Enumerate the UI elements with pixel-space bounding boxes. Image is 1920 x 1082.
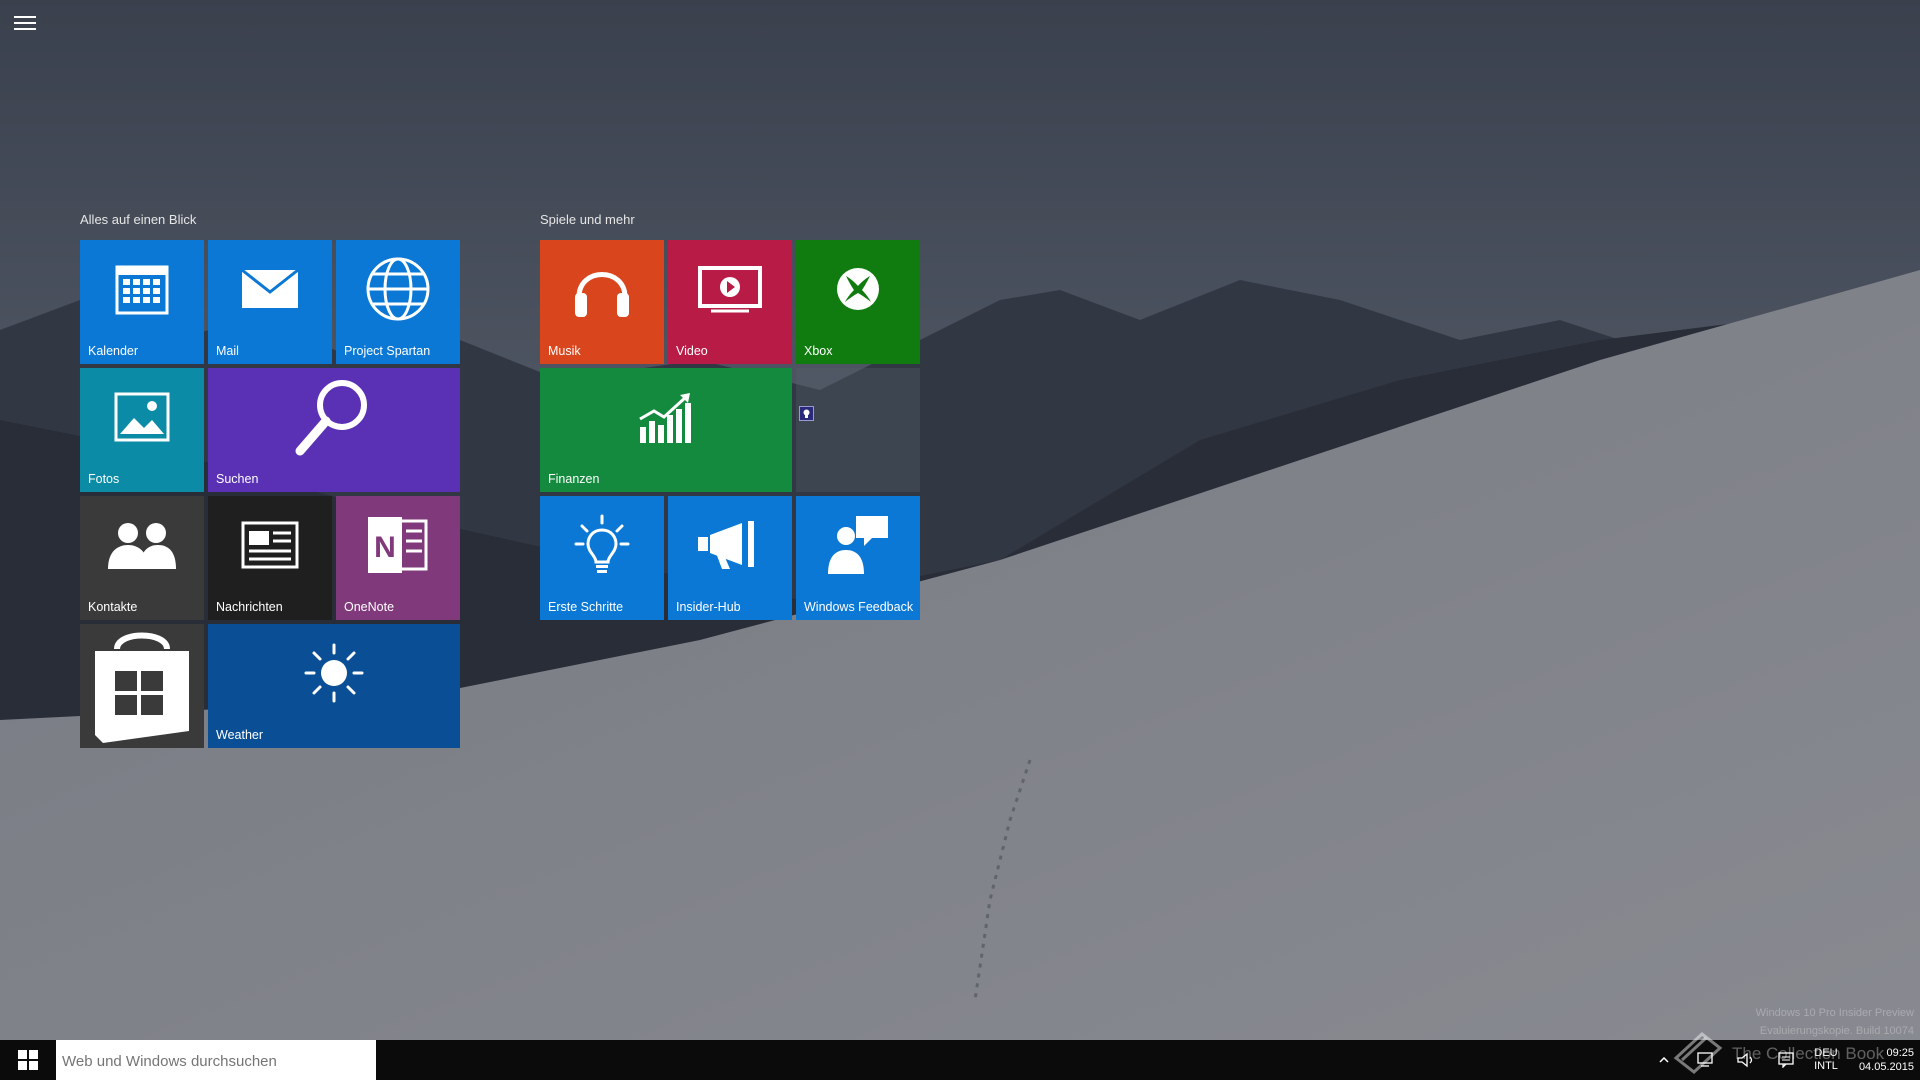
video-icon [668, 240, 792, 338]
tile-kalender[interactable]: Kalender [80, 240, 204, 364]
tile-label: Kontakte [88, 600, 138, 614]
finance-chart-icon [540, 368, 792, 466]
tile-video[interactable]: Video [668, 240, 792, 364]
tile-label: Kalender [88, 344, 139, 358]
tile-label: Mail [216, 344, 239, 358]
onenote-icon: N [336, 496, 460, 594]
tile-label: Weather [216, 728, 264, 742]
tile-nachrichten[interactable]: Nachrichten [208, 496, 332, 620]
search-icon [208, 368, 460, 466]
tile-label: Finanzen [548, 472, 600, 486]
tile-xbox[interactable]: Xbox [796, 240, 920, 364]
tile-label: Windows Feedback [804, 600, 914, 614]
photos-icon [80, 368, 204, 466]
group-label-alles: Alles auf einen Blick [80, 212, 197, 227]
tile-label: Musik [548, 344, 581, 358]
small-badge-icon [799, 406, 814, 421]
group-label-spiele: Spiele und mehr [540, 212, 635, 227]
windows-logo-icon [18, 1050, 38, 1070]
people-icon [80, 496, 204, 594]
headphones-icon [540, 240, 664, 338]
xbox-icon [796, 240, 920, 338]
tile-kontakte[interactable]: Kontakte [80, 496, 204, 620]
tile-weather[interactable]: Weather [208, 624, 460, 748]
tile-label: Fotos [88, 472, 120, 486]
tile-label: Project Spartan [344, 344, 431, 358]
search-input[interactable] [60, 1040, 374, 1082]
tile-blank[interactable] [796, 368, 920, 492]
hamburger-icon[interactable] [14, 16, 36, 32]
news-icon [208, 496, 332, 594]
feedback-icon [796, 496, 920, 594]
tile-store[interactable] [80, 624, 204, 748]
tile-label: Nachrichten [216, 600, 283, 614]
tile-label: OneNote [344, 600, 395, 614]
tile-mail[interactable]: Mail [208, 240, 332, 364]
collection-book-text: The Collection Book [1732, 1044, 1885, 1063]
tile-onenote[interactable]: N OneNote [336, 496, 460, 620]
taskbar: DEUINTL 09:2504.05.2015 [0, 1040, 1920, 1082]
search-box[interactable] [56, 1040, 376, 1082]
chevron-up-icon[interactable] [1656, 1040, 1672, 1080]
tile-label: Video [676, 344, 708, 358]
tile-label: Suchen [216, 472, 259, 486]
globe-icon [336, 240, 460, 338]
tile-insider-hub[interactable]: Insider-Hub [668, 496, 792, 620]
store-icon [80, 624, 204, 748]
tile-project-spartan[interactable]: Project Spartan [336, 240, 460, 364]
megaphone-icon [668, 496, 792, 594]
sun-icon [208, 624, 460, 722]
tile-finanzen[interactable]: Finanzen [540, 368, 792, 492]
start-button[interactable] [0, 1040, 56, 1080]
tile-fotos[interactable]: Fotos [80, 368, 204, 492]
calendar-icon [80, 240, 204, 338]
watermark-line2: Evaluierungskopie. Build 10074 [1759, 1025, 1914, 1037]
svg-text:N: N [374, 531, 396, 564]
watermark-line1: Windows 10 Pro Insider Preview [1755, 1007, 1914, 1019]
tile-suchen[interactable]: Suchen [208, 368, 460, 492]
tile-erste-schritte[interactable]: Erste Schritte [540, 496, 664, 620]
collection-book-logo [1672, 1028, 1724, 1079]
lightbulb-icon [540, 496, 664, 594]
tile-label: Xbox [804, 344, 833, 358]
tile-windows-feedback[interactable]: Windows Feedback [796, 496, 920, 620]
tile-label: Erste Schritte [548, 600, 624, 614]
tile-label: Insider-Hub [676, 600, 741, 614]
tile-musik[interactable]: Musik [540, 240, 664, 364]
mail-icon [208, 240, 332, 338]
